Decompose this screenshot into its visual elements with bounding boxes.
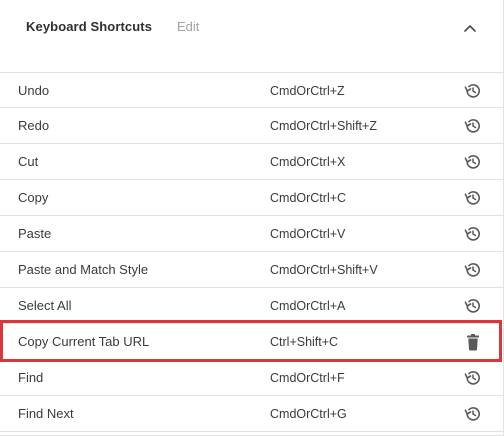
delete-shortcut-button[interactable] <box>462 331 484 353</box>
reset-shortcut-button[interactable] <box>462 151 484 173</box>
shortcut-row[interactable]: Paste and Match Style CmdOrCtrl+Shift+V <box>0 252 504 288</box>
reset-icon <box>464 84 480 98</box>
shortcut-label: Select All <box>18 298 72 313</box>
shortcut-label: Find <box>18 370 44 385</box>
shortcut-label: Find Next <box>18 406 74 421</box>
shortcut-row[interactable]: Copy Current Tab URL Ctrl+Shift+C <box>0 324 504 360</box>
shortcut-keys[interactable]: CmdOrCtrl+A <box>270 299 345 313</box>
shortcut-row[interactable]: Redo CmdOrCtrl+Shift+Z <box>0 108 504 144</box>
shortcut-keys[interactable]: CmdOrCtrl+Shift+V <box>270 263 378 277</box>
edit-button[interactable]: Edit <box>177 19 199 34</box>
reset-icon <box>464 263 480 277</box>
reset-icon <box>464 155 480 169</box>
reset-shortcut-button[interactable] <box>462 259 484 281</box>
shortcut-row[interactable]: Undo CmdOrCtrl+Z <box>0 72 504 108</box>
shortcut-row[interactable]: Paste CmdOrCtrl+V <box>0 216 504 252</box>
reset-icon <box>464 227 480 241</box>
shortcut-keys[interactable]: CmdOrCtrl+G <box>270 407 347 421</box>
shortcut-label: Cut <box>18 154 39 169</box>
shortcut-keys[interactable]: CmdOrCtrl+Shift+Z <box>270 119 377 133</box>
reset-shortcut-button[interactable] <box>462 367 484 389</box>
reset-icon <box>464 371 480 385</box>
shortcut-keys[interactable]: CmdOrCtrl+C <box>270 191 346 205</box>
shortcut-keys[interactable]: CmdOrCtrl+Z <box>270 84 345 98</box>
panel-header: Keyboard Shortcuts Edit <box>0 0 503 56</box>
reset-icon <box>464 119 480 133</box>
trash-icon <box>467 334 479 351</box>
shortcut-keys[interactable]: CmdOrCtrl+V <box>270 227 345 241</box>
shortcut-label: Paste and Match Style <box>18 262 149 277</box>
reset-icon <box>464 299 480 313</box>
reset-shortcut-button[interactable] <box>462 403 484 425</box>
shortcut-list: Undo CmdOrCtrl+Z Redo CmdOrCtrl+Shift+Z Cut C… <box>0 72 504 432</box>
shortcut-row[interactable]: Find Next CmdOrCtrl+G <box>0 396 504 432</box>
reset-shortcut-button[interactable] <box>462 115 484 137</box>
chevron-up-icon <box>464 25 476 32</box>
shortcut-row[interactable]: Find CmdOrCtrl+F <box>0 360 504 396</box>
shortcut-label: Undo <box>18 83 50 98</box>
shortcut-label: Redo <box>18 118 50 133</box>
reset-shortcut-button[interactable] <box>462 80 484 102</box>
reset-shortcut-button[interactable] <box>462 187 484 209</box>
shortcut-row[interactable]: Copy CmdOrCtrl+C <box>0 180 504 216</box>
reset-icon <box>464 191 480 205</box>
collapse-button[interactable] <box>460 18 480 38</box>
shortcut-row[interactable]: Select All CmdOrCtrl+A <box>0 288 504 324</box>
reset-shortcut-button[interactable] <box>462 223 484 245</box>
shortcut-keys[interactable]: CmdOrCtrl+X <box>270 155 345 169</box>
shortcut-keys[interactable]: CmdOrCtrl+F <box>270 371 345 385</box>
shortcut-keys[interactable]: Ctrl+Shift+C <box>270 335 338 349</box>
shortcut-label: Copy Current Tab URL <box>18 334 150 349</box>
panel-title: Keyboard Shortcuts <box>26 19 153 34</box>
shortcut-row[interactable]: Cut CmdOrCtrl+X <box>0 144 504 180</box>
reset-shortcut-button[interactable] <box>462 295 484 317</box>
shortcut-label: Copy <box>18 190 49 205</box>
shortcut-label: Paste <box>18 226 52 241</box>
reset-icon <box>464 407 480 421</box>
keyboard-shortcuts-panel: Keyboard Shortcuts Edit Undo CmdOrCtrl+Z R… <box>0 0 504 436</box>
